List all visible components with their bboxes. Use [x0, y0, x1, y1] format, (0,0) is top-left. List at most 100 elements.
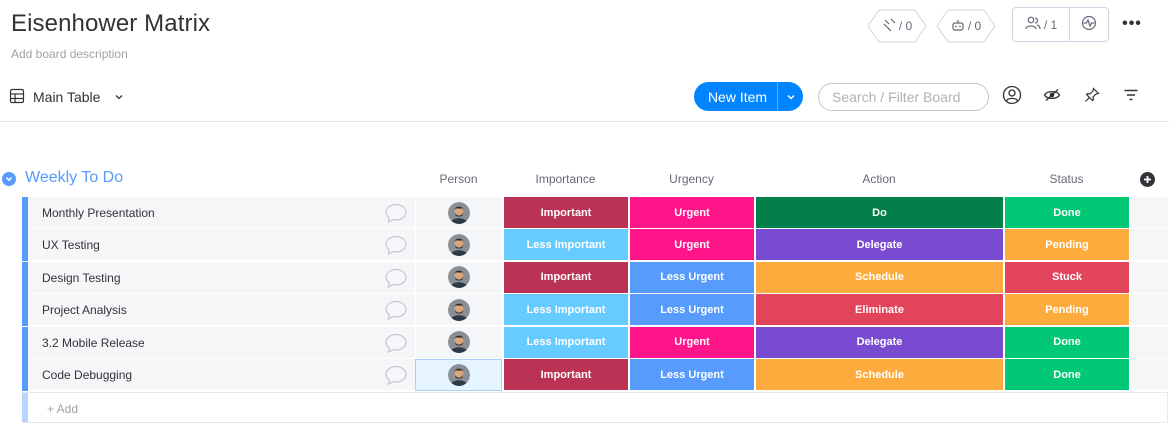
plus-circle-icon [1143, 171, 1152, 189]
item-name-cell[interactable]: UX Testing [28, 229, 415, 262]
importance-label[interactable]: Important [503, 261, 628, 294]
column-header-urgency[interactable]: Urgency [629, 172, 754, 186]
item-name-cell[interactable]: Code Debugging [28, 359, 415, 391]
status-label[interactable]: Pending [1004, 229, 1129, 262]
row-end-cell [1129, 197, 1168, 229]
person-cell[interactable] [415, 229, 502, 262]
add-item-label[interactable]: + Add [47, 402, 78, 416]
add-item-row[interactable]: + Add [22, 392, 1168, 423]
group-collapse-toggle[interactable] [2, 172, 16, 186]
urgency-label[interactable]: Less Urgent [629, 294, 754, 327]
item-name-cell[interactable]: Project Analysis [28, 294, 415, 327]
item-name[interactable]: UX Testing [42, 238, 100, 252]
person-icon [1025, 16, 1041, 33]
status-label[interactable]: Stuck [1004, 261, 1129, 294]
members-activity-box: / 1 [1012, 7, 1109, 42]
table-row[interactable]: UX Testing Less Important Urgent Delegate Pe… [22, 229, 1168, 262]
action-label[interactable]: Do [755, 197, 1003, 229]
table-row[interactable]: Monthly Presentation Important Urgent Do Don… [22, 197, 1168, 229]
row-end-cell [1129, 229, 1168, 262]
status-label[interactable]: Done [1004, 197, 1129, 229]
eye-slash-icon [1043, 88, 1061, 107]
chevron-down-icon [786, 89, 796, 105]
group-color-bar [22, 393, 28, 422]
chat-bubble-icon[interactable] [384, 267, 408, 294]
chevron-down-icon [114, 89, 124, 105]
toolbar-divider [0, 121, 1169, 122]
table-row[interactable]: 3.2 Mobile Release Less Important Urgent De… [22, 326, 1168, 359]
column-header-action[interactable]: Action [755, 172, 1003, 186]
status-label[interactable]: Done [1004, 326, 1129, 359]
urgency-label[interactable]: Less Urgent [629, 261, 754, 294]
item-name[interactable]: Design Testing [42, 271, 121, 285]
person-cell[interactable] [415, 294, 502, 327]
group-title[interactable]: Weekly To Do [25, 169, 123, 187]
chat-bubble-icon[interactable] [384, 234, 408, 261]
status-label[interactable]: Pending [1004, 294, 1129, 327]
action-label[interactable]: Schedule [755, 359, 1003, 391]
item-name[interactable]: Code Debugging [42, 368, 132, 382]
new-item-button[interactable]: New Item [694, 82, 803, 111]
action-label[interactable]: Delegate [755, 326, 1003, 359]
automations-button[interactable]: / 0 [936, 9, 996, 43]
new-item-label[interactable]: New Item [694, 82, 778, 111]
person-cell[interactable] [415, 261, 502, 294]
members-count: / 1 [1043, 17, 1058, 32]
integrations-button[interactable]: / 0 [867, 9, 927, 43]
item-name-cell[interactable]: Design Testing [28, 261, 415, 294]
person-cell[interactable] [415, 197, 502, 229]
action-label[interactable]: Eliminate [755, 294, 1003, 327]
person-cell[interactable] [415, 326, 502, 359]
integrations-icon [882, 18, 896, 35]
person-circle-icon [1002, 85, 1022, 110]
column-header-person[interactable]: Person [415, 172, 502, 186]
urgency-label[interactable]: Urgent [629, 229, 754, 262]
table-row[interactable]: Project Analysis Less Important Less Urgen… [22, 294, 1168, 327]
table-row[interactable]: Design Testing Important Less Urgent Schedu… [22, 261, 1168, 294]
new-item-dropdown[interactable] [778, 82, 803, 111]
integrations-count: / 0 [898, 19, 913, 33]
action-label[interactable]: Schedule [755, 261, 1003, 294]
pin-button[interactable] [1081, 86, 1103, 108]
urgency-label[interactable]: Urgent [629, 197, 754, 229]
more-options-button[interactable]: ••• [1120, 14, 1144, 34]
board-title[interactable]: Eisenhower Matrix [11, 10, 210, 38]
importance-label[interactable]: Important [503, 197, 628, 229]
column-header-importance[interactable]: Importance [503, 172, 628, 186]
search-input[interactable] [818, 83, 989, 111]
urgency-label[interactable]: Urgent [629, 326, 754, 359]
item-name-cell[interactable]: 3.2 Mobile Release [28, 326, 415, 359]
chat-bubble-icon[interactable] [384, 364, 408, 391]
column-header-status[interactable]: Status [1004, 172, 1129, 186]
add-column-button[interactable] [1140, 172, 1155, 187]
sort-icon [1123, 88, 1139, 107]
urgency-label[interactable]: Less Urgent [629, 359, 754, 391]
status-label[interactable]: Done [1004, 359, 1129, 391]
action-label[interactable]: Delegate [755, 229, 1003, 262]
importance-label[interactable]: Important [503, 359, 628, 391]
item-name[interactable]: Monthly Presentation [42, 206, 155, 220]
avatar [447, 364, 470, 386]
table-row[interactable]: Code Debugging Important Less Urgent Schedu… [22, 359, 1168, 391]
importance-label[interactable]: Less Important [503, 326, 628, 359]
person-cell[interactable] [415, 359, 502, 391]
chat-bubble-icon[interactable] [384, 332, 408, 359]
activity-button[interactable] [1070, 8, 1108, 41]
activity-icon [1081, 15, 1097, 34]
view-selector[interactable]: Main Table [9, 86, 124, 108]
sort-button[interactable] [1120, 86, 1142, 108]
board-description[interactable]: Add board description [11, 47, 128, 61]
hide-columns-button[interactable] [1041, 86, 1063, 108]
view-label: Main Table [33, 89, 101, 105]
chat-bubble-icon[interactable] [384, 202, 408, 229]
item-name[interactable]: 3.2 Mobile Release [42, 336, 145, 350]
table-icon [9, 88, 25, 107]
item-name-cell[interactable]: Monthly Presentation [28, 197, 415, 229]
members-button[interactable]: / 1 [1013, 8, 1070, 41]
item-name[interactable]: Project Analysis [42, 303, 127, 317]
importance-label[interactable]: Less Important [503, 294, 628, 327]
importance-label[interactable]: Less Important [503, 229, 628, 262]
chat-bubble-icon[interactable] [384, 299, 408, 326]
row-end-cell [1129, 326, 1168, 359]
person-filter-button[interactable] [1001, 85, 1023, 110]
